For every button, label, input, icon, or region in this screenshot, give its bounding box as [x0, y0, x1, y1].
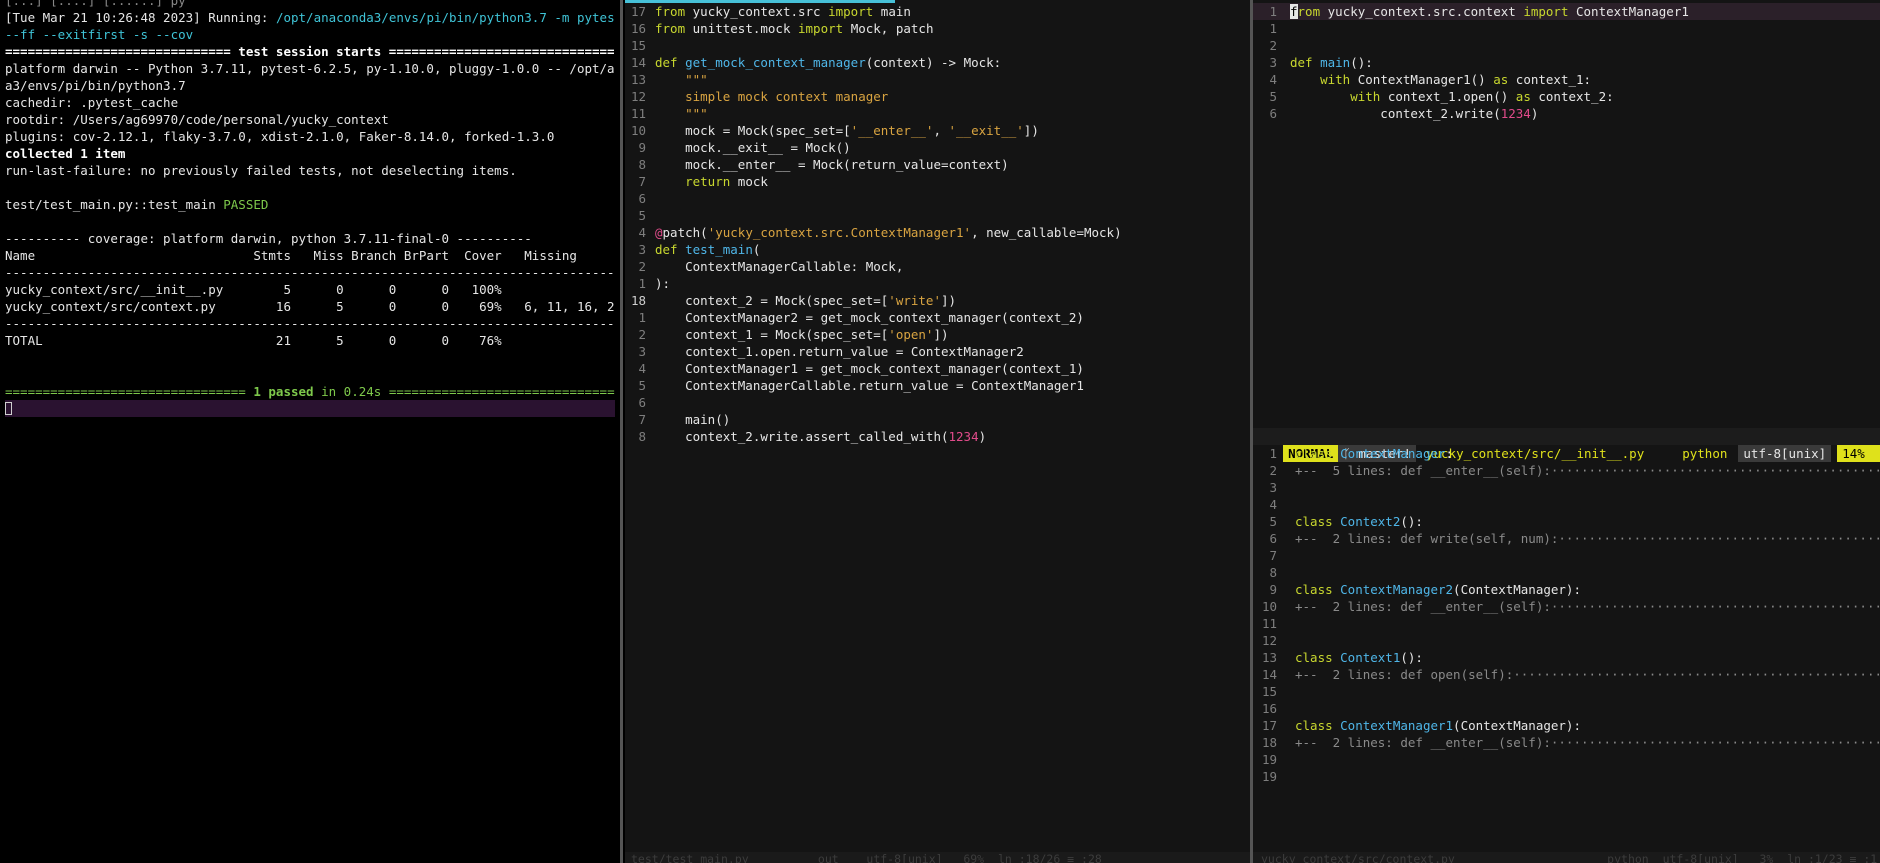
coverage-columns: Name Stmts Miss Branch BrPart Cover Miss… [5, 248, 577, 263]
code-line: 17 class ContextManager1(ContextManager): [1261, 718, 1581, 733]
code-line: 11 """ [630, 106, 708, 121]
platform-line-cont: a3/envs/pi/bin/python3.7 [5, 78, 186, 93]
fold-line[interactable]: 10 +-- 2 lines: def __enter__(self):·····… [1253, 598, 1880, 615]
terminal-clipped-line: [...] [....] [......] py [5, 0, 186, 8]
editor-pane-test-main[interactable]: 17 from yucky_context.src import main 16 f… [625, 0, 1250, 863]
rootdir-line: rootdir: /Users/ag69970/code/personal/yu… [5, 112, 389, 127]
coverage-header: ---------- coverage: platform darwin, py… [5, 231, 532, 246]
code-line: 5 with context_1.open() as context_2: [1269, 89, 1614, 104]
fold-line[interactable]: 14 +-- 2 lines: def open(self):··········… [1253, 666, 1880, 683]
code-line: 4 with ContextManager1() as context_1: [1269, 72, 1592, 87]
fold-line[interactable]: 6 +-- 2 lines: def write(self, num):·····… [1253, 530, 1880, 547]
code-line: 11 [1261, 616, 1277, 631]
context-statusline: yucky_context/src/context.py python utf-… [1253, 852, 1880, 863]
code-line: 19 [1261, 752, 1277, 767]
coverage-rule: ----------------------------------------… [5, 316, 615, 331]
editor-pane-right[interactable]: 1 from yucky_context.src.context import C… [1253, 0, 1880, 863]
code-line: 13 """ [630, 72, 708, 87]
run-last-failure-line: run-last-failure: no previously failed t… [5, 163, 517, 178]
passed-count: 1 passed [253, 384, 314, 399]
coverage-total: TOTAL 21 5 0 0 76% [5, 333, 502, 348]
code-line: 1): [638, 276, 671, 291]
code-line: 9 class ContextManager2(ContextManager): [1269, 582, 1581, 597]
code-line: 1 ContextManager2 = get_mock_context_man… [638, 310, 1084, 325]
code-line: 10 mock = Mock(spec_set=['__enter__', '_… [630, 123, 1039, 138]
code-line: 7 [1269, 548, 1277, 563]
code-line: 7 main() [638, 412, 731, 427]
code-line: 4 [1269, 497, 1277, 512]
fold-line[interactable]: 2 +-- 5 lines: def __enter__(self):······… [1253, 462, 1880, 479]
code-line: 6 context_2.write(1234) [1269, 106, 1539, 121]
code-line: 16 [1261, 701, 1277, 716]
test-result-line: test/test_main.py::test_main PASSED [5, 196, 615, 213]
session-separator: ============================== test sess… [5, 44, 615, 59]
code-line: 9 mock.__exit__ = Mock() [638, 140, 851, 155]
terminal-cursor [5, 402, 12, 415]
code-line: 5 class Context2(): [1269, 514, 1423, 529]
code-line: 8 context_2.write.assert_called_with(123… [638, 429, 987, 444]
code-line: 5 [638, 208, 646, 223]
run-command: /opt/anaconda3/envs/pi/bin/python3.7 -m … [275, 10, 615, 25]
code-line: 8 [1269, 565, 1277, 580]
test-name: test/test_main.py::test_main [5, 197, 224, 212]
editor-cursor: f [1290, 4, 1298, 19]
code-line: 3 def test_main( [638, 242, 761, 257]
code-line: 6 [638, 395, 646, 410]
terminal-prompt[interactable] [5, 400, 615, 417]
code-line: 13 class Context1(): [1261, 650, 1423, 665]
pane-divider[interactable] [620, 0, 623, 863]
code-line: 4 @patch('yucky_context.src.ContextManage… [638, 225, 1122, 240]
code-line-current: 18 context_2 = Mock(spec_set=['write']) [630, 293, 957, 308]
run-command-cont: --ff --exitfirst -s --cov [5, 27, 194, 42]
code-area-main-py[interactable]: 1 from yucky_context.src.context import C… [1253, 3, 1880, 122]
mid-statusline: test/test_main.py out utf-8[unix] 69% ln… [625, 852, 1250, 863]
code-line: 7 return mock [638, 174, 768, 189]
code-line: 3 [1269, 480, 1277, 495]
test-status: PASSED [223, 197, 269, 212]
code-line: 17 from yucky_context.src import main [630, 4, 911, 19]
code-line: 6 [638, 191, 646, 206]
code-line: 1 class ContextManager: [1269, 446, 1454, 461]
code-line-current: 1 from yucky_context.src.context import C… [1253, 3, 1880, 20]
coverage-row: yucky_context/src/__init__.py 5 0 0 0 10… [5, 282, 502, 297]
coverage-row: yucky_context/src/context.py 16 5 0 0 69… [5, 299, 615, 314]
code-line: 8 mock.__enter__ = Mock(return_value=con… [638, 157, 1009, 172]
terminal-run-line: [Tue Mar 21 10:26:48 2023] Running: /opt… [5, 9, 615, 26]
code-line: 12 [1261, 633, 1277, 648]
platform-line: platform darwin -- Python 3.7.11, pytest… [5, 61, 615, 76]
run-prefix: [Tue Mar 21 10:26:48 2023] Running: [5, 10, 276, 25]
fold-line[interactable]: 18 +-- 2 lines: def __enter__(self):·····… [1253, 734, 1880, 751]
code-line: 2 context_1 = Mock(spec_set=['open']) [638, 327, 949, 342]
collected-line: collected 1 item [5, 146, 126, 161]
passed-summary: ================================ 1 passe… [5, 384, 615, 399]
coverage-rule: ----------------------------------------… [5, 265, 615, 280]
code-line: 3 def main(): [1269, 55, 1373, 70]
vim-statusline: NORMAL ᚴ master! yucky_context/src/__init_… [1253, 428, 1880, 462]
code-line: 1 [1269, 21, 1277, 36]
terminal-pane[interactable]: [...] [....] [......] py [Tue Mar 21 10:… [0, 0, 620, 863]
cachedir-line: cachedir: .pytest_cache [5, 95, 179, 110]
code-line: 2 [1269, 38, 1277, 53]
code-line: 19 [1261, 769, 1277, 784]
code-line: 2 ContextManagerCallable: Mock, [638, 259, 904, 274]
code-line: 5 ContextManagerCallable.return_value = … [638, 378, 1084, 393]
code-line: 4 ContextManager1 = get_mock_context_man… [638, 361, 1084, 376]
passed-time: in 0.24s [313, 384, 389, 399]
code-line: 3 context_1.open.return_value = ContextM… [638, 344, 1024, 359]
code-area-context-py[interactable]: 1 class ContextManager: 2 +-- 5 lines: def… [1253, 445, 1880, 785]
code-line: 16 from unittest.mock import Mock, patch [630, 21, 934, 36]
code-line: 15 [1261, 684, 1277, 699]
plugins-line: plugins: cov-2.12.1, flaky-3.7.0, xdist-… [5, 129, 555, 144]
code-line: 14 def get_mock_context_manager(context) … [630, 55, 1002, 70]
code-line: 12 simple mock context manager [630, 89, 889, 104]
code-line: 15 [630, 38, 646, 53]
code-area[interactable]: 17 from yucky_context.src import main 16 f… [625, 3, 1250, 445]
